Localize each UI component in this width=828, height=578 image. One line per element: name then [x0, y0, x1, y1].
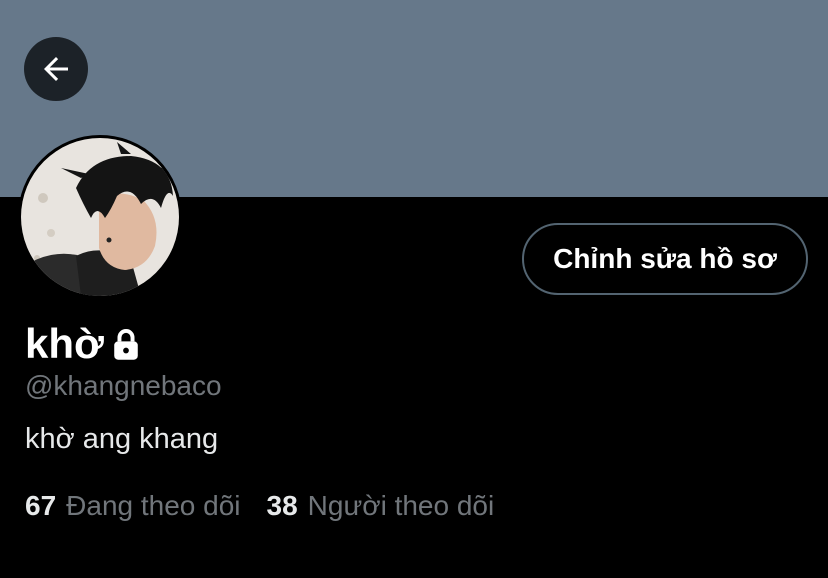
- name-row: khờ: [25, 318, 142, 370]
- following-count: 67: [25, 490, 57, 521]
- following-link[interactable]: 67 Đang theo dõi: [25, 490, 241, 522]
- follow-stats: 67 Đang theo dõi 38 Người theo dõi: [25, 487, 520, 525]
- following-label: Đang theo dõi: [66, 490, 241, 521]
- profile-photo: [21, 138, 179, 296]
- display-name: khờ: [25, 320, 104, 367]
- followers-link[interactable]: 38 Người theo dõi: [267, 490, 495, 522]
- followers-label: Người theo dõi: [307, 490, 495, 521]
- avatar[interactable]: [18, 135, 182, 299]
- bio: khờ ang khang: [25, 423, 219, 455]
- username-handle: @khangnebaco: [25, 370, 222, 401]
- arrow-left-icon: [44, 57, 68, 81]
- lock-icon: [110, 327, 142, 361]
- back-button[interactable]: [24, 37, 88, 101]
- followers-count: 38: [266, 490, 298, 521]
- edit-profile-button[interactable]: Chỉnh sửa hồ sơ: [522, 223, 808, 295]
